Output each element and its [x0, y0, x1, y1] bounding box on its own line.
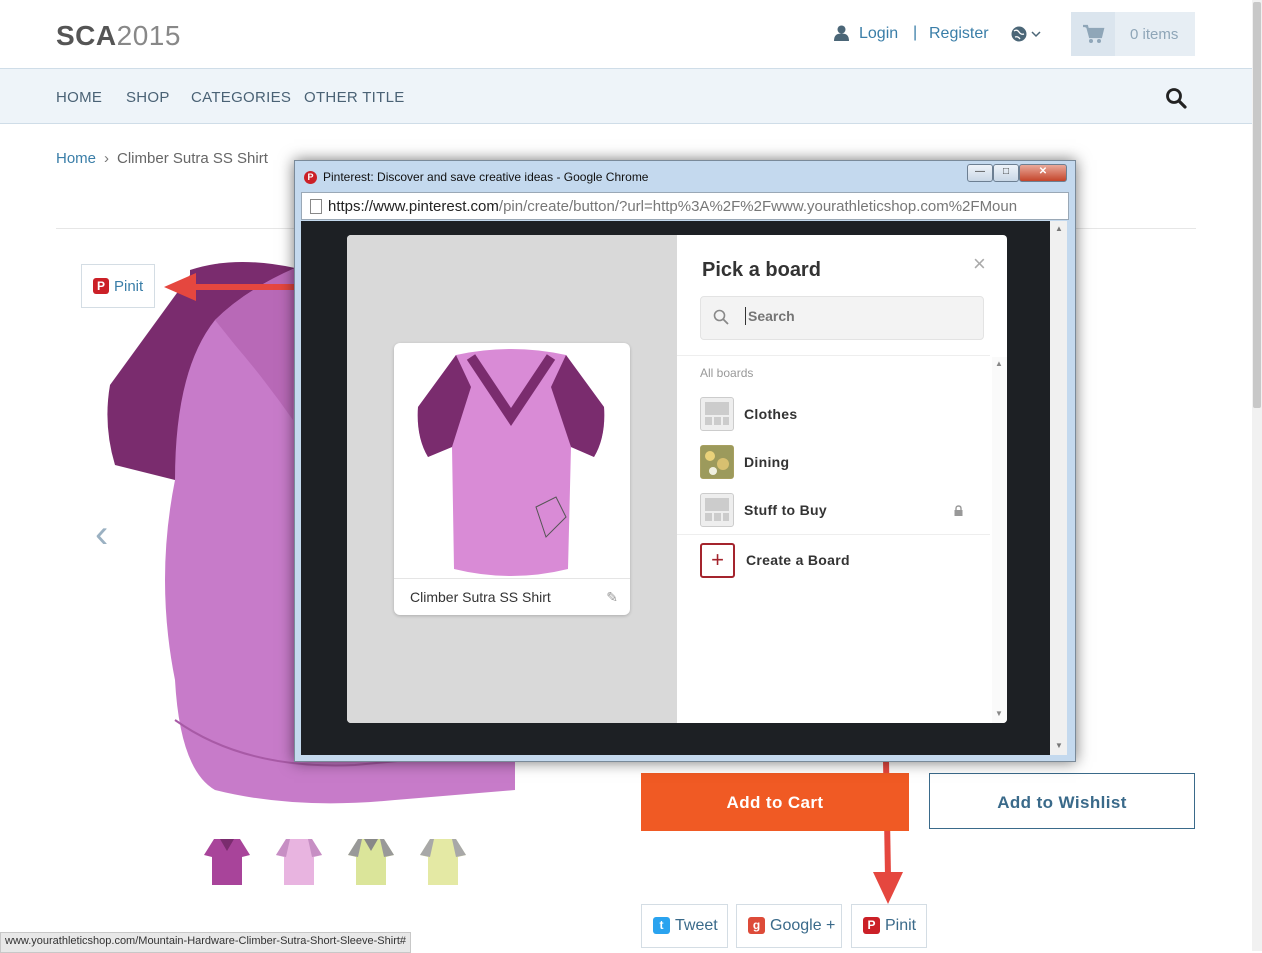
product-thumbnail[interactable]: [204, 835, 250, 889]
nav-item-categories[interactable]: CATEGORIES: [191, 89, 291, 106]
breadcrumb: Home › Climber Sutra SS Shirt: [56, 150, 268, 167]
pin-preview-image: [417, 349, 605, 576]
language-globe-icon[interactable]: [1011, 26, 1041, 47]
pinit-share-button[interactable]: P Pinit: [851, 904, 927, 948]
popup-scrollbar[interactable]: ▲ ▼: [1050, 221, 1067, 755]
board-item-dining[interactable]: Dining: [700, 445, 990, 481]
search-icon[interactable]: [1165, 87, 1187, 114]
page-icon: [310, 199, 322, 214]
google-plus-button[interactable]: g Google +: [736, 904, 842, 948]
pinterest-icon: P: [863, 917, 880, 934]
board-search-input[interactable]: [745, 307, 970, 325]
lock-icon: [953, 503, 964, 521]
nav-item-other-title[interactable]: OTHER TITLE: [304, 89, 405, 106]
url-path: /pin/create/button/?url=http%3A%2F%2Fwww…: [498, 198, 1018, 215]
board-name: Stuff to Buy: [744, 502, 827, 518]
scroll-down-icon[interactable]: ▼: [1055, 741, 1063, 750]
annotation-arrow-left: [164, 273, 297, 301]
pinterest-icon: P: [93, 278, 109, 294]
maximize-icon[interactable]: □: [993, 164, 1019, 182]
minimize-icon[interactable]: —: [967, 164, 993, 182]
product-thumbnail[interactable]: [420, 835, 466, 889]
all-boards-label: All boards: [700, 366, 754, 380]
pinterest-favicon-icon: P: [304, 171, 317, 184]
address-url[interactable]: https://www.pinterest.com/pin/create/but…: [328, 198, 1066, 215]
create-board-button[interactable]: + Create a Board: [700, 543, 990, 578]
divider: [677, 355, 990, 356]
pinit-share-label: Pinit: [885, 917, 917, 934]
scroll-up-icon[interactable]: ▲: [995, 359, 1003, 368]
user-icon: [834, 25, 849, 46]
tweet-label: Tweet: [675, 917, 718, 934]
breadcrumb-home-link[interactable]: Home: [56, 150, 96, 167]
logo-bold-text: SCA: [56, 20, 117, 51]
board-cover-image: [700, 445, 734, 479]
close-icon[interactable]: ×: [973, 251, 986, 277]
close-window-icon[interactable]: ✕: [1019, 164, 1067, 182]
board-name: Clothes: [744, 406, 798, 422]
register-link[interactable]: Register: [929, 25, 989, 43]
board-placeholder-icon: [700, 397, 734, 431]
google-plus-label: Google +: [770, 917, 836, 934]
breadcrumb-current: Climber Sutra SS Shirt: [117, 150, 268, 167]
page-scrollbar[interactable]: [1252, 0, 1262, 951]
edit-pencil-icon[interactable]: ✎: [606, 589, 618, 606]
product-thumbnail[interactable]: [348, 835, 394, 889]
board-list-scrollbar[interactable]: ▲ ▼: [992, 357, 1007, 723]
pin-preview-panel: Climber Sutra SS Shirt ✎: [347, 235, 677, 723]
address-bar[interactable]: https://www.pinterest.com/pin/create/but…: [301, 192, 1069, 220]
google-plus-icon: g: [748, 917, 765, 934]
breadcrumb-separator: ›: [104, 150, 110, 167]
board-placeholder-icon: [700, 493, 734, 527]
browser-status-bar: www.yourathleticshop.com/Mountain-Hardwa…: [0, 932, 412, 953]
popup-window-title: Pinterest: Discover and save creative id…: [323, 170, 649, 184]
logo-year-text: 2015: [116, 20, 181, 51]
url-host: https://www.pinterest.com: [328, 198, 499, 215]
pick-board-modal: Climber Sutra SS Shirt ✎ Pick a board × …: [347, 235, 1007, 723]
search-icon: [713, 309, 729, 330]
nav-item-home[interactable]: HOME: [56, 89, 102, 106]
site-logo[interactable]: SCA2015: [56, 20, 181, 52]
add-to-wishlist-button[interactable]: Add to Wishlist: [929, 773, 1195, 829]
scroll-up-icon[interactable]: ▲: [1055, 224, 1063, 233]
page-scrollbar-thumb[interactable]: [1253, 2, 1261, 408]
divider: [677, 534, 990, 535]
scroll-down-icon[interactable]: ▼: [995, 709, 1003, 718]
modal-title: Pick a board: [702, 259, 821, 281]
login-link[interactable]: Login: [859, 25, 898, 43]
pin-caption[interactable]: Climber Sutra SS Shirt: [410, 589, 551, 605]
board-item-stuff-to-buy[interactable]: Stuff to Buy: [700, 493, 990, 529]
pin-preview-card: Climber Sutra SS Shirt ✎: [394, 343, 630, 615]
cart-button[interactable]: 0 items: [1071, 12, 1195, 56]
previous-image-arrow[interactable]: ‹: [95, 512, 108, 557]
pinit-image-label: Pinit: [114, 278, 144, 295]
twitter-icon: t: [653, 917, 670, 934]
pinit-image-button[interactable]: P Pinit: [81, 264, 155, 308]
main-navigation: HOME SHOP CATEGORIES OTHER TITLE: [0, 68, 1252, 124]
product-thumbnail[interactable]: [276, 835, 322, 889]
nav-item-shop[interactable]: SHOP: [126, 89, 170, 106]
cart-icon: [1071, 12, 1115, 56]
plus-icon: +: [700, 543, 735, 578]
divider: [394, 578, 630, 579]
board-item-clothes[interactable]: Clothes: [700, 397, 990, 433]
pinterest-popup-window: P Pinterest: Discover and save creative …: [294, 160, 1076, 762]
create-board-label: Create a Board: [746, 552, 850, 568]
board-search[interactable]: [700, 296, 984, 340]
board-name: Dining: [744, 454, 790, 470]
add-to-cart-button[interactable]: Add to Cart: [641, 773, 909, 831]
cart-count-label: 0 items: [1130, 26, 1179, 43]
popup-content: ▲ ▼ Climber Sutra SS Shirt ✎ Pick a boar…: [301, 221, 1067, 755]
header-separator: |: [913, 24, 918, 41]
tweet-button[interactable]: t Tweet: [641, 904, 728, 948]
